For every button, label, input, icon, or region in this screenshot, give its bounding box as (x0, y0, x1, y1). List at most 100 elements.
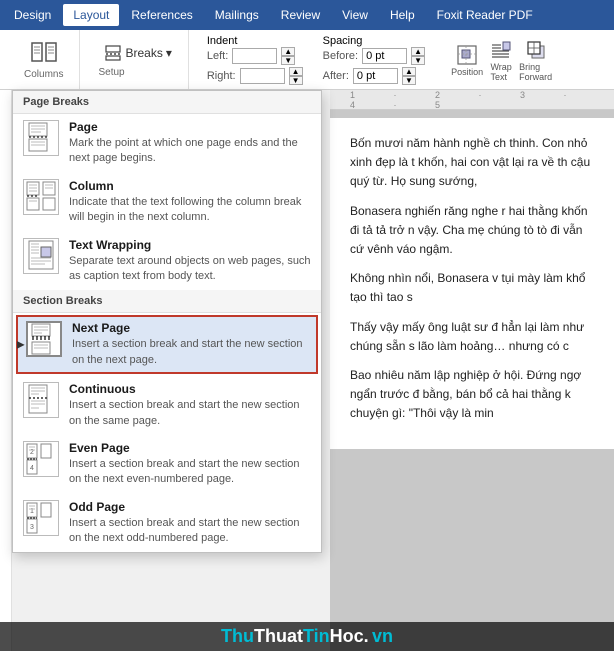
watermark-hoc: Hoc (330, 626, 364, 646)
next-page-text: Next Page Insert a section break and sta… (72, 321, 308, 368)
columns-label: Columns (24, 69, 63, 80)
continuous-icon (23, 382, 59, 418)
doc-paragraph-3: Không nhìn nổi, Bonasera v tụi mày làm k… (350, 269, 594, 307)
watermark: ThuThuatTinHoc. vn (0, 622, 614, 651)
page-break-desc: Mark the point at which one page ends an… (69, 136, 311, 167)
doc-paragraph-4: Thấy vậy mấy ông luật sư đ hẳn lại làm n… (350, 318, 594, 356)
indent-right-input[interactable] (240, 68, 285, 84)
svg-text:4: 4 (30, 465, 34, 472)
indent-left-up[interactable]: ▲ (281, 47, 295, 56)
watermark-tin: Tin (303, 626, 330, 646)
breaks-button[interactable]: Breaks ▾ (98, 41, 177, 65)
spacing-after-input[interactable] (353, 68, 398, 84)
menu-item-even-page[interactable]: 2 4 Even Page Insert a section break and… (13, 435, 321, 494)
even-page-text: Even Page Insert a section break and sta… (69, 441, 311, 488)
breaks-group: Breaks ▾ Setup (88, 30, 188, 89)
spacing-after-spinner[interactable]: ▲ ▼ (402, 67, 416, 85)
wrap-text-button[interactable]: WrapText (489, 38, 513, 82)
indent-left-spinner[interactable]: ▲ ▼ (281, 47, 295, 65)
indent-left-input[interactable] (232, 48, 277, 64)
page-breaks-header: Page Breaks (13, 91, 321, 114)
right-label: Right: (207, 70, 236, 82)
column-break-desc: Indicate that the text following the col… (69, 195, 311, 226)
odd-page-title: Odd Page (69, 500, 311, 514)
menu-item-next-page[interactable]: ▶ Next Page Insert a section break and s… (16, 315, 318, 374)
ribbon: Design Layout References Mailings Review… (0, 0, 614, 30)
next-page-desc: Insert a section break and start the new… (72, 337, 308, 368)
before-label: Before: (323, 50, 358, 62)
text-wrapping-icon (23, 238, 59, 274)
spacing-before-input[interactable] (362, 48, 407, 64)
tab-layout[interactable]: Layout (63, 4, 119, 26)
page-break-title: Page (69, 120, 311, 134)
indent-right-down[interactable]: ▼ (289, 76, 303, 85)
menu-item-page[interactable]: Page Mark the point at which one page en… (13, 114, 321, 173)
section-breaks-header: Section Breaks (13, 290, 321, 313)
bring-forward-button[interactable]: BringForward (519, 38, 552, 82)
doc-paragraph-5: Bao nhiêu năm lập nghiệp ở hội. Đứng ngợ… (350, 366, 594, 424)
breaks-arrow: ▾ (166, 46, 172, 60)
spacing-before-spinner[interactable]: ▲ ▼ (411, 47, 425, 65)
odd-page-icon: 1 3 (23, 500, 59, 536)
menu-item-continuous[interactable]: Continuous Insert a section break and st… (13, 376, 321, 435)
tab-foxit[interactable]: Foxit Reader PDF (427, 4, 543, 26)
wrap-text-label: WrapText (490, 62, 511, 82)
doc-paragraph-2: Bonasera nghiến răng nghe r hai thằng kh… (350, 202, 594, 260)
arrange-group: Position WrapText BringForward (443, 34, 560, 86)
svg-text:3: 3 (30, 524, 34, 531)
menu-item-column[interactable]: Column Indicate that the text following … (13, 173, 321, 232)
indent-left-down[interactable]: ▼ (281, 56, 295, 65)
menu-item-text-wrapping[interactable]: Text Wrapping Separate text around objec… (13, 232, 321, 291)
position-label: Position (451, 67, 483, 77)
columns-icon (30, 39, 58, 67)
document-area: 1 · 2 · 3 · 4 · 5 Bốn mươi năm hành nghề… (330, 90, 614, 651)
tab-references[interactable]: References (121, 4, 202, 26)
breaks-icon (104, 44, 122, 62)
even-page-icon: 2 4 (23, 441, 59, 477)
continuous-title: Continuous (69, 382, 311, 396)
odd-page-text: Odd Page Insert a section break and star… (69, 500, 311, 547)
indent-right-spinner[interactable]: ▲ ▼ (289, 67, 303, 85)
even-page-desc: Insert a section break and start the new… (69, 457, 311, 488)
indent-label: Indent (207, 35, 238, 47)
ruler: 1 · 2 · 3 · 4 · 5 (330, 90, 614, 110)
tab-help[interactable]: Help (380, 4, 425, 26)
doc-paragraph-1: Bốn mươi năm hành nghề ch thinh. Con nhỏ… (350, 134, 594, 192)
bring-forward-icon (524, 38, 548, 62)
page-break-icon (23, 120, 59, 156)
indent-spacing-area: Indent Left: ▲ ▼ Right: ▲ ▼ Spacing (197, 31, 435, 89)
tab-design[interactable]: Design (4, 4, 61, 26)
text-wrapping-desc: Separate text around objects on web page… (69, 254, 311, 285)
watermark-thu: Thu (221, 626, 254, 646)
spacing-group: Spacing Before: ▲ ▼ After: ▲ ▼ (323, 35, 425, 85)
tab-view[interactable]: View (332, 4, 378, 26)
spacing-after-up[interactable]: ▲ (402, 67, 416, 76)
even-page-title: Even Page (69, 441, 311, 455)
text-wrapping-text: Text Wrapping Separate text around objec… (69, 238, 311, 285)
breaks-dropdown-menu: Page Breaks Page Mark the point at which… (12, 90, 322, 553)
spacing-before-down[interactable]: ▼ (411, 56, 425, 65)
left-label: Left: (207, 50, 228, 62)
position-button[interactable]: Position (451, 43, 483, 77)
page-break-text: Page Mark the point at which one page en… (69, 120, 311, 167)
watermark-thuat: Thuat (254, 626, 303, 646)
breaks-label: Breaks (125, 46, 162, 60)
odd-page-desc: Insert a section break and start the new… (69, 516, 311, 547)
tab-mailings[interactable]: Mailings (205, 4, 269, 26)
toolbar: Columns Breaks ▾ Setup Indent Left: ▲ ▼ (0, 30, 614, 90)
position-icon (455, 43, 479, 67)
indent-right-up[interactable]: ▲ (289, 67, 303, 76)
document-page[interactable]: Bốn mươi năm hành nghề ch thinh. Con nhỏ… (330, 118, 614, 449)
next-page-title: Next Page (72, 321, 308, 335)
spacing-after-down[interactable]: ▼ (402, 76, 416, 85)
next-page-arrow: ▶ (17, 339, 25, 350)
bring-forward-label: BringForward (519, 62, 552, 82)
indent-group: Indent Left: ▲ ▼ Right: ▲ ▼ (207, 35, 303, 85)
text-wrapping-title: Text Wrapping (69, 238, 311, 252)
spacing-before-up[interactable]: ▲ (411, 47, 425, 56)
setup-label: Setup (98, 67, 124, 78)
menu-item-odd-page[interactable]: 1 3 Odd Page Insert a section break and … (13, 494, 321, 553)
column-break-title: Column (69, 179, 311, 193)
tab-review[interactable]: Review (271, 4, 330, 26)
next-page-icon (26, 321, 62, 357)
